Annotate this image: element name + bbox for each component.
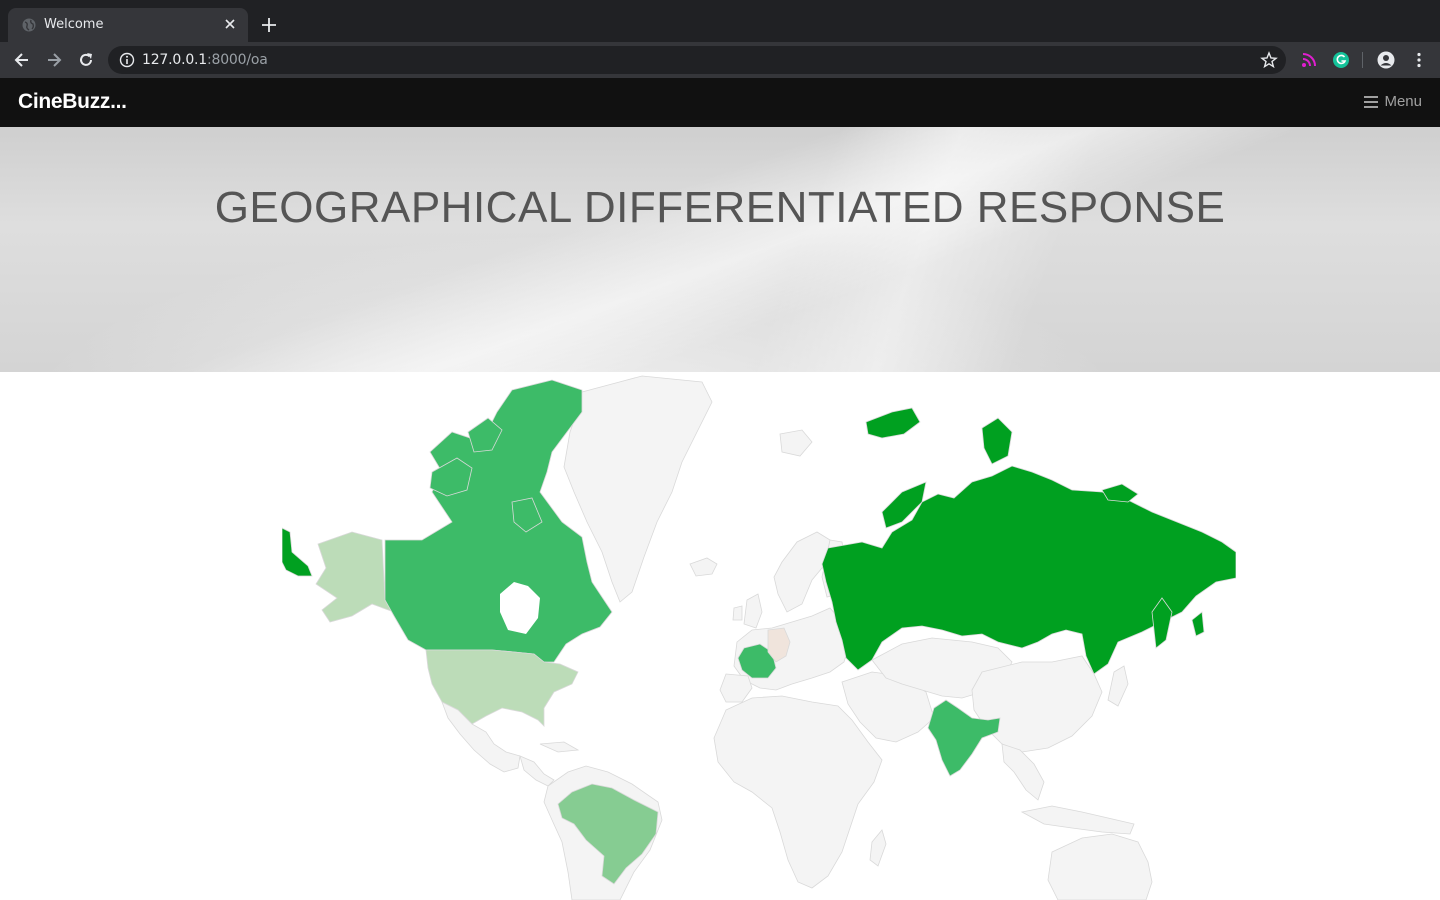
site-navbar: CineBuzz... Menu	[0, 78, 1440, 127]
reload-icon[interactable]	[77, 51, 95, 69]
country-spain[interactable]	[719, 673, 753, 703]
globe-icon	[22, 18, 36, 32]
url-host: 127.0.0.1	[142, 52, 207, 68]
url-text: 127.0.0.1:8000/oa	[142, 52, 268, 68]
brand-logo[interactable]: CineBuzz...	[18, 90, 127, 114]
country-svalbard[interactable]	[779, 429, 813, 457]
browser-toolbar: 127.0.0.1:8000/oa	[0, 42, 1440, 78]
country-cuba[interactable]	[539, 741, 580, 753]
grammarly-icon[interactable]	[1332, 51, 1350, 69]
country-madagascar[interactable]	[869, 829, 887, 867]
country-russia[interactable]	[821, 465, 1236, 675]
hamburger-icon	[1364, 95, 1379, 108]
menu-button[interactable]: Menu	[1364, 93, 1422, 110]
bookmark-star-icon[interactable]	[1260, 51, 1278, 69]
country-alaska[interactable]	[315, 531, 396, 623]
country-africa[interactable]	[713, 695, 883, 889]
country-iceland[interactable]	[689, 557, 718, 577]
menu-label: Menu	[1384, 93, 1422, 110]
profile-icon[interactable]	[1377, 51, 1395, 69]
forward-icon[interactable]	[45, 51, 63, 69]
toolbar-separator	[1362, 52, 1363, 68]
hero-banner: GEOGRAPHICAL DIFFERENTIATED RESPONSE	[0, 127, 1440, 372]
page-title: GEOGRAPHICAL DIFFERENTIATED RESPONSE	[214, 183, 1226, 232]
country-ireland[interactable]	[732, 605, 743, 621]
new-tab-icon[interactable]	[260, 16, 278, 34]
country-uk[interactable]	[743, 593, 763, 629]
country-indonesia[interactable]	[1020, 805, 1135, 835]
tab-title: Welcome	[44, 17, 104, 32]
more-options-icon[interactable]	[1410, 51, 1428, 69]
country-scandinavia[interactable]	[773, 531, 831, 613]
country-central-america[interactable]	[519, 755, 555, 787]
country-australia[interactable]	[1047, 833, 1153, 900]
browser-tab-strip: Welcome	[0, 0, 1440, 42]
country-southeast-asia[interactable]	[1001, 743, 1045, 801]
url-path: :8000/oa	[207, 52, 268, 68]
info-icon[interactable]	[119, 52, 135, 68]
address-bar[interactable]: 127.0.0.1:8000/oa	[108, 46, 1286, 74]
rss-extension-icon[interactable]	[1300, 51, 1318, 69]
country-japan[interactable]	[1107, 665, 1129, 707]
close-icon[interactable]	[222, 16, 238, 32]
world-map[interactable]	[282, 372, 1236, 900]
country-china[interactable]	[971, 655, 1103, 753]
world-map-svg	[282, 375, 1236, 900]
country-russia-east-tip[interactable]	[282, 527, 313, 577]
browser-tab[interactable]: Welcome	[8, 8, 248, 42]
back-icon[interactable]	[13, 51, 31, 69]
